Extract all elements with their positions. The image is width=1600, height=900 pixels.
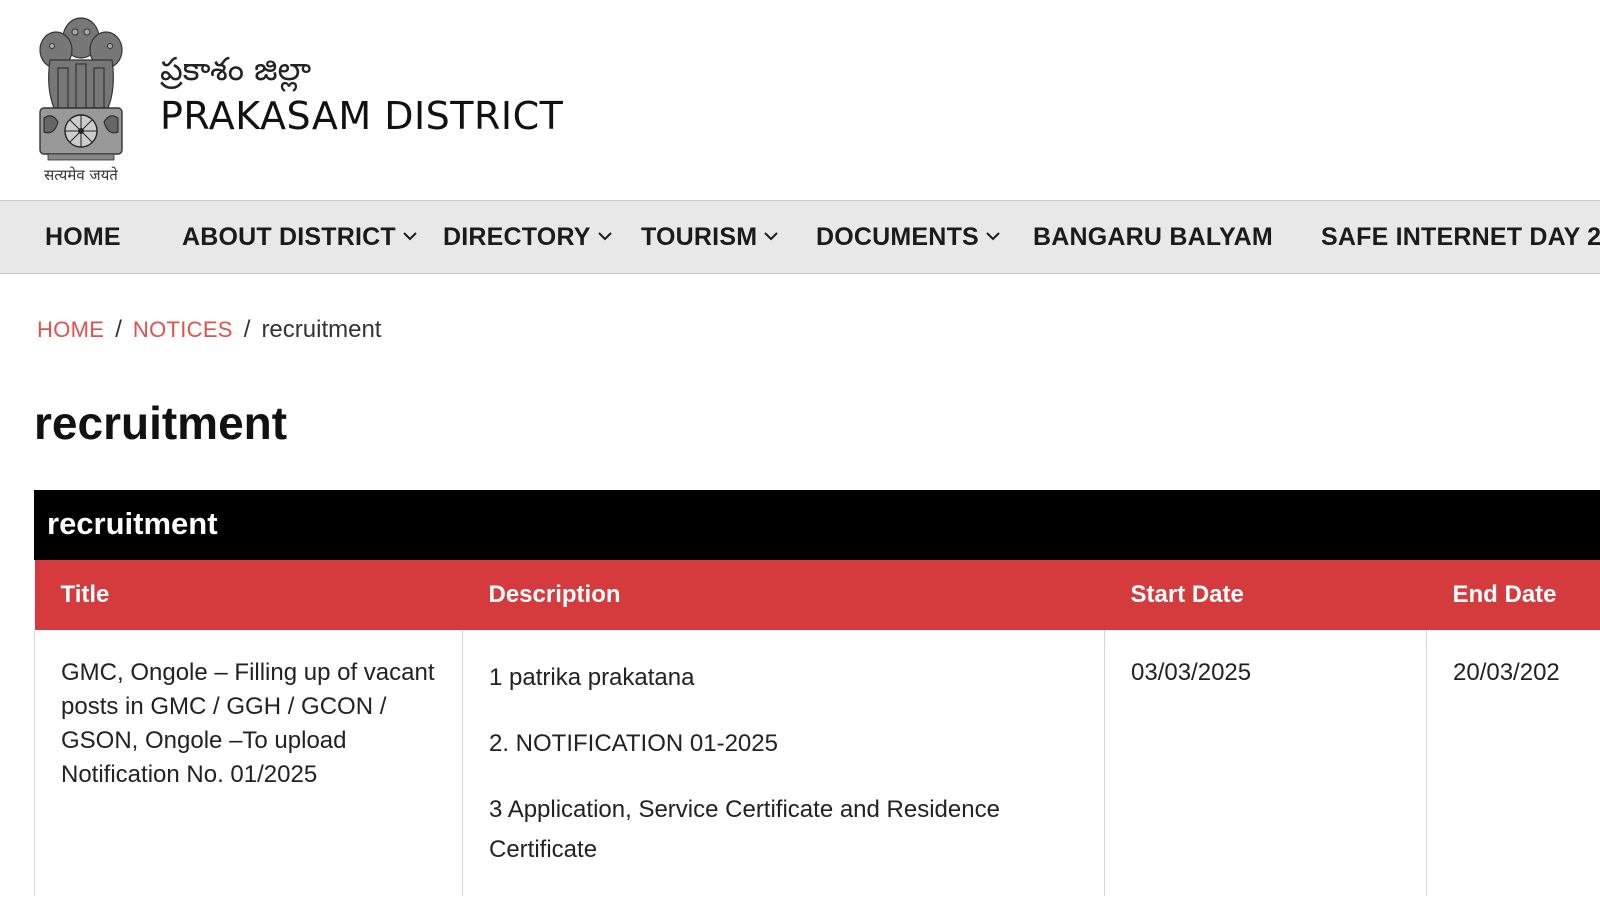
breadcrumb-separator: / <box>115 316 122 343</box>
nav-label: BANGARU BALYAM <box>1033 223 1273 251</box>
nav-item-tourism[interactable]: TOURISM <box>641 201 779 273</box>
nav-label: TOURISM <box>641 223 758 251</box>
nav-label: DOCUMENTS <box>816 223 979 251</box>
nav-label: DIRECTORY <box>443 223 591 251</box>
nav-item-directory[interactable]: DIRECTORY <box>443 201 613 273</box>
nav-label: ABOUT DISTRICT <box>182 223 396 251</box>
recruitment-table-container: recruitment Title Description Start Date… <box>34 490 1600 896</box>
main-navigation: HOME ABOUT DISTRICT DIRECTORY TOURISM DO… <box>0 200 1600 274</box>
breadcrumb: HOME / NOTICES / recruitment <box>37 316 381 344</box>
emblem-motto: सत्यमेव जयते <box>44 166 118 184</box>
site-name[interactable]: PRAKASAM DISTRICT <box>160 94 563 138</box>
nav-label: HOME <box>45 223 121 251</box>
breadcrumb-current: recruitment <box>261 316 382 343</box>
chevron-down-icon <box>403 232 417 241</box>
chevron-down-icon <box>986 232 1000 241</box>
site-header: सत्यमेव जयते ప్రకాశం జిల్లా PRAKASAM DIS… <box>0 0 1600 200</box>
description-link[interactable]: 3 Application, Service Certificate and R… <box>489 796 1000 863</box>
column-header-end-date[interactable]: End Date <box>1426 560 1600 630</box>
nav-item-home[interactable]: HOME <box>45 201 121 273</box>
nav-item-safe-internet-day[interactable]: SAFE INTERNET DAY 2 <box>1321 201 1600 273</box>
description-link[interactable]: 1 patrika prakatana <box>489 664 694 691</box>
cell-description: 1 patrika prakatana 2. NOTIFICATION 01-2… <box>462 630 1105 896</box>
breadcrumb-notices-link[interactable]: NOTICES <box>133 317 233 342</box>
breadcrumb-separator: / <box>243 316 251 343</box>
recruitment-table: Title Description Start Date End Date GM… <box>34 560 1600 896</box>
chevron-down-icon <box>597 232 612 241</box>
nav-item-about-district[interactable]: ABOUT DISTRICT <box>182 201 418 273</box>
table-header-row: Title Description Start Date End Date <box>34 560 1600 630</box>
national-emblem-icon[interactable]: सत्यमेव जयते <box>28 8 134 186</box>
breadcrumb-home-link[interactable]: HOME <box>37 317 104 342</box>
description-link[interactable]: 2. NOTIFICATION 01-2025 <box>489 730 778 757</box>
column-header-description[interactable]: Description <box>462 560 1105 630</box>
nav-item-bangaru-balyam[interactable]: BANGARU BALYAM <box>1033 201 1273 273</box>
page-title: recruitment <box>34 397 288 449</box>
chevron-down-icon <box>764 232 778 241</box>
table-caption: recruitment <box>34 490 1600 560</box>
nav-label: SAFE INTERNET DAY 2 <box>1321 223 1600 251</box>
column-header-title[interactable]: Title <box>34 560 463 630</box>
cell-title: GMC, Ongole – Filling up of vacant posts… <box>34 630 463 896</box>
site-name-telugu[interactable]: ప్రకాశం జిల్లా <box>160 50 311 96</box>
nav-item-documents[interactable]: DOCUMENTS <box>816 201 1001 273</box>
cell-end-date: 20/03/202 <box>1426 630 1600 896</box>
cell-start-date: 03/03/2025 <box>1104 630 1427 896</box>
table-row: GMC, Ongole – Filling up of vacant posts… <box>34 630 1600 896</box>
column-header-start-date[interactable]: Start Date <box>1104 560 1427 630</box>
